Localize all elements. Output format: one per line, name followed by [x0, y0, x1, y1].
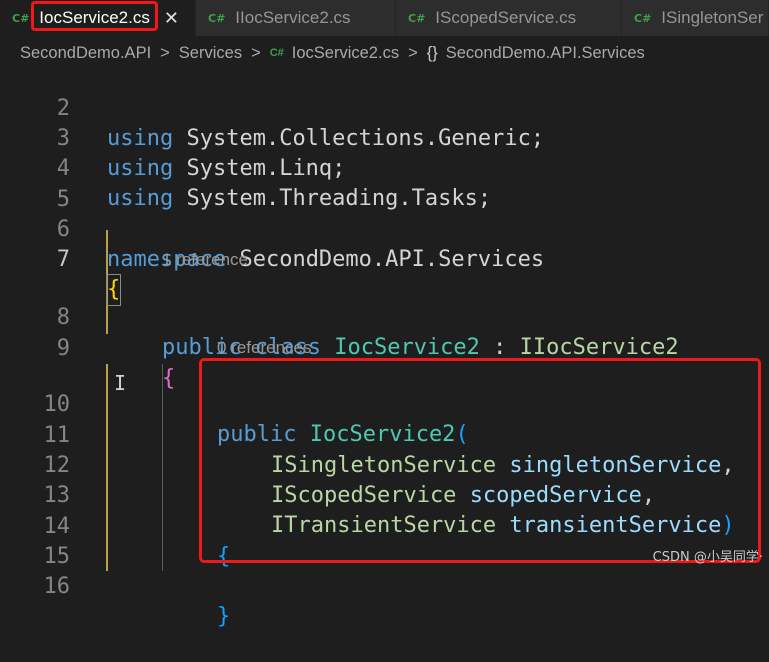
line-number: 7 [56, 247, 70, 272]
namespace-text: SecondDemo.API.Services [226, 247, 545, 272]
brace: } [217, 604, 231, 629]
breadcrumb-separator: > [251, 43, 261, 62]
code-line-6: 6 namespace SecondDemo.API.Services [0, 185, 769, 272]
tab-label: IScopedService.cs [435, 8, 577, 27]
csharp-file-icon: C# [269, 47, 284, 59]
breadcrumb-separator: > [160, 43, 170, 62]
tab-label: ISingletonSer [661, 8, 764, 27]
codelens-class-references[interactable]: 1 reference [162, 249, 248, 271]
tab-iscopedservice[interactable]: C# IScopedService.cs [396, 0, 622, 36]
code-line-7: 7 { [0, 215, 769, 306]
breadcrumb-separator: > [408, 43, 418, 62]
code-line-9: 9 { [0, 304, 769, 391]
tab-label: IIocService2.cs [235, 8, 351, 27]
tab-isingletonservice[interactable]: C# ISingletonSer [622, 0, 769, 36]
code-line-2: 2 using System.Collections.Generic; [0, 64, 769, 151]
breadcrumb-file[interactable]: IocService2.cs [292, 44, 399, 63]
csharp-file-icon: C# [208, 11, 226, 25]
codelens-ctor-references[interactable]: 0 references [217, 337, 312, 359]
tab-iiocservice2[interactable]: C# IIocService2.cs [196, 0, 396, 36]
breadcrumb-project[interactable]: SecondDemo.API [20, 44, 151, 63]
code-line-5: 5 [0, 155, 769, 212]
class-name: IocService2 [334, 335, 480, 360]
interface-name: IIocService2 [519, 335, 679, 360]
watermark: CSDN @小吴同学· [652, 550, 763, 565]
csharp-file-icon: C# [408, 11, 426, 25]
editor-tab-bar: C# IocService2.cs ✕ C# IIocService2.cs C… [0, 0, 769, 36]
csharp-file-icon: C# [12, 11, 30, 25]
close-tab-icon[interactable]: ✕ [164, 8, 179, 29]
code-line-4: 4 using System.Threading.Tasks; [0, 124, 769, 211]
code-line-3: 3 using System.Linq; [0, 94, 769, 181]
code-highlight-box [199, 358, 761, 563]
code-line-8: 8 public class IocService2 : IIocService… [0, 273, 769, 360]
text-cursor-icon: I [114, 371, 127, 395]
namespace-icon: {} [426, 43, 438, 62]
breadcrumb-folder[interactable]: Services [179, 44, 242, 63]
csharp-file-icon: C# [634, 11, 652, 25]
line-number: 16 [43, 574, 71, 599]
colon: : [479, 335, 520, 360]
tab-highlight-box [31, 1, 158, 31]
breadcrumb-namespace[interactable]: SecondDemo.API.Services [446, 44, 645, 63]
